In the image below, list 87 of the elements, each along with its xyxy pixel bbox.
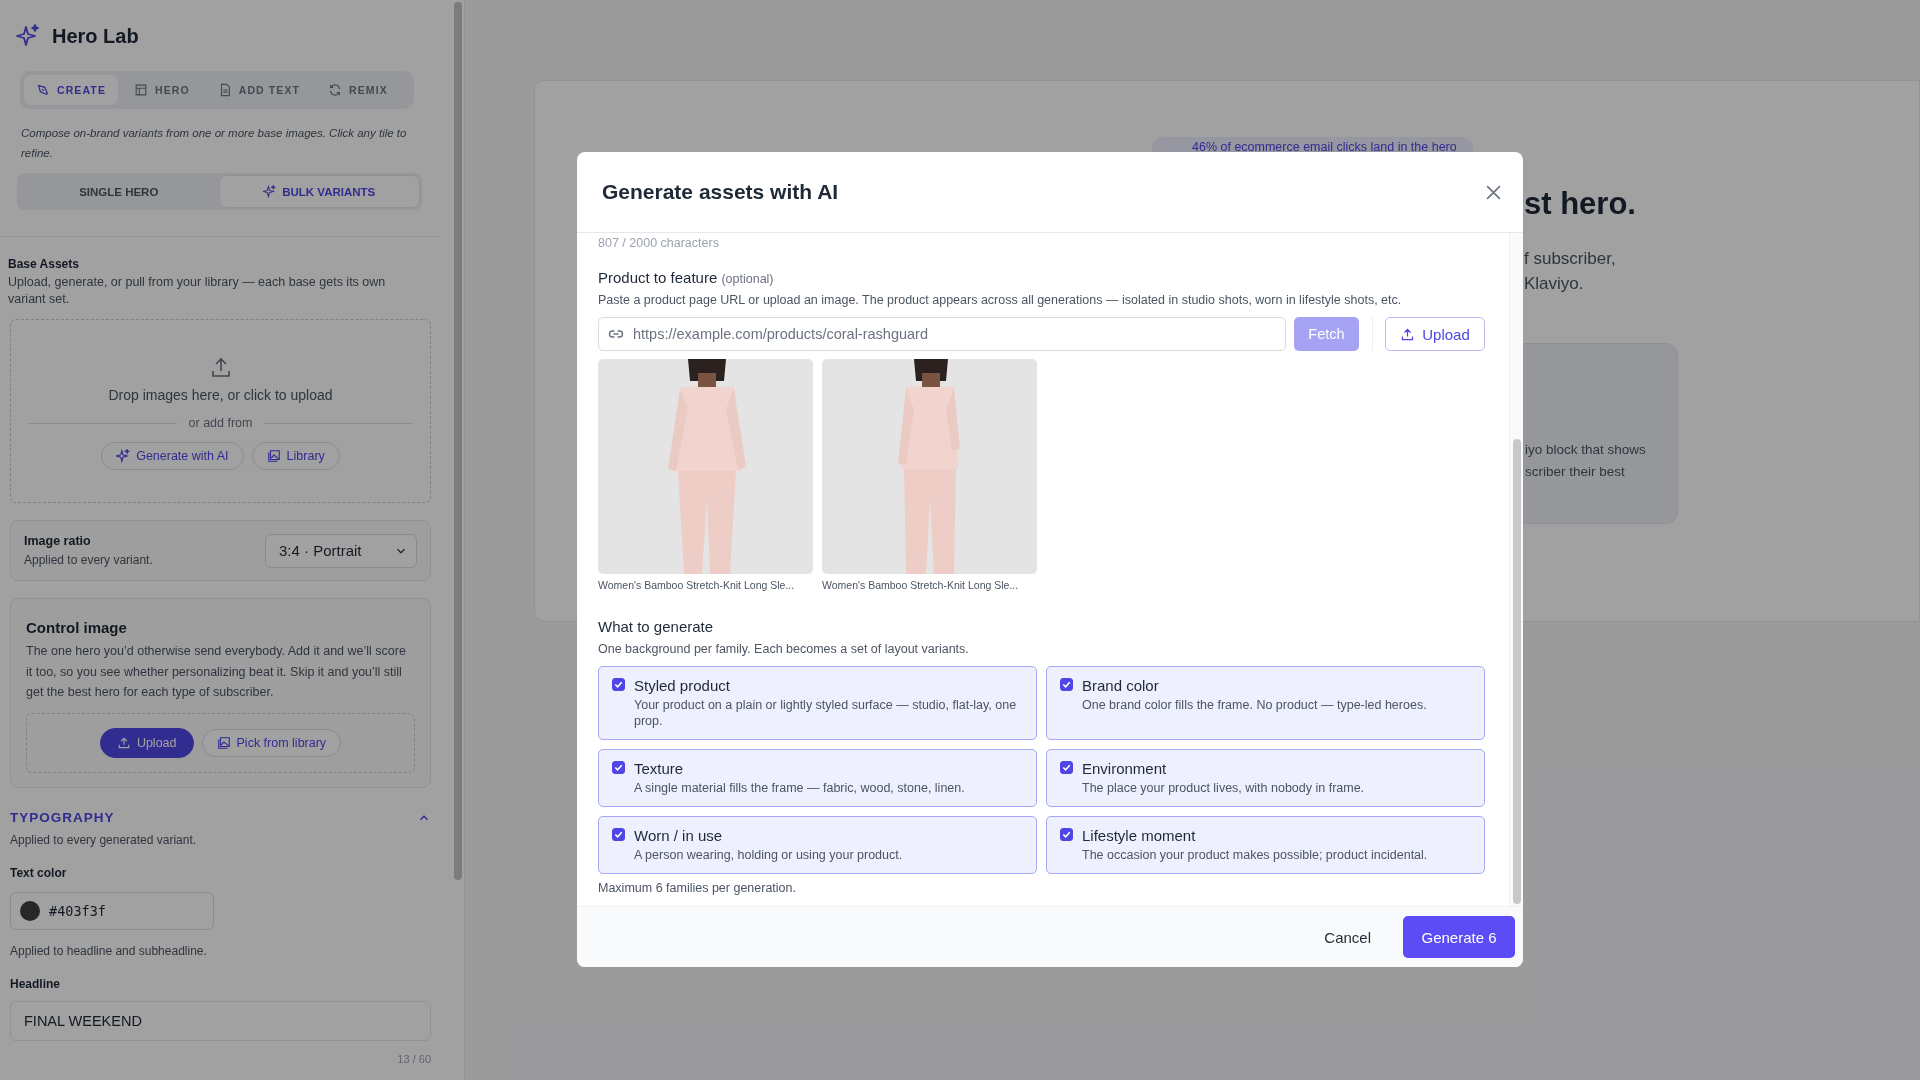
field-label: Product to feature (optional)	[598, 269, 775, 286]
option-description: The place your product lives, with nobody in frame.	[1082, 780, 1365, 796]
image-icon	[266, 449, 281, 463]
hero-subtitle: f subscriber,	[1524, 248, 1617, 270]
option-description: Your product on a plain or lightly styled surface — studio, flat-lay, one prop.	[634, 697, 1018, 729]
character-count: 807 / 2000 characters	[598, 236, 720, 250]
library-button[interactable]: Pick from library	[201, 728, 342, 757]
option-title: Texture	[634, 760, 685, 777]
option-description: One brand color fills the frame. No product — type-led heroes.	[1082, 697, 1427, 713]
upload-button[interactable]: Upload	[99, 727, 194, 758]
drop-zone[interactable]: Drop images here, or click to upload or add from Generate with AI Library	[10, 319, 431, 503]
block-text: scriber their best	[1525, 463, 1626, 481]
ratio-select[interactable]: 3:4 · Portrait	[265, 533, 417, 568]
close-icon[interactable]	[1485, 183, 1502, 201]
pen-icon	[36, 83, 50, 97]
option-title: Styled product	[634, 677, 731, 694]
card-description: The one hero you’d otherwise send everybody. Add it and we’ll score it too, so you see whether personalizing beat it. Skip it and you’ll still get the best hero for each type of subscriber.	[26, 643, 407, 701]
refresh-icon	[328, 83, 343, 97]
option-title: Environment	[1082, 760, 1168, 777]
option-title: Lifestyle moment	[1082, 827, 1197, 844]
limit-note: Maximum 6 families per generation.	[598, 881, 797, 895]
checkbox[interactable]	[612, 761, 625, 774]
generate-button[interactable]: Generate with AI	[101, 442, 244, 470]
tab[interactable]: ADD TEXT	[205, 75, 313, 105]
field-label: Headline	[10, 977, 61, 991]
hero-heading: st hero.	[1524, 186, 1637, 222]
image-caption: Women's Bamboo Stretch-Knit Long Sle...	[598, 579, 796, 591]
app-title: Hero Lab	[52, 24, 139, 48]
url-field[interactable]: https://example.com/products/coral-rashguard	[598, 317, 1286, 351]
tab[interactable]: CREATE	[24, 75, 118, 105]
drop-zone[interactable]: Upload Pick from library	[26, 712, 415, 773]
section-description: Applied to every generated variant.	[10, 833, 198, 847]
option-card[interactable]: Brand color One brand color fills the frame. No product — type-led heroes.	[1046, 666, 1485, 740]
scrollbar-thumb[interactable]	[454, 2, 462, 880]
field-label: Image ratio	[24, 534, 92, 548]
drop-text: Drop images here, or click to upload	[108, 387, 333, 403]
upload-button[interactable]: Upload	[1385, 317, 1485, 351]
section-description: Upload, generate, or pull from your library — each base gets its own variant set.	[8, 274, 387, 308]
sparkle-icon	[116, 449, 131, 463]
card-title: Control image	[26, 619, 128, 636]
modal-title: Generate assets with AI	[602, 180, 839, 204]
image-icon	[216, 735, 231, 750]
divider-text: or add from	[188, 416, 253, 430]
headline-field[interactable]: FINAL WEEKEND	[10, 1001, 431, 1041]
checkbox[interactable]	[612, 678, 625, 691]
sparkle-icon	[263, 185, 277, 198]
option-card[interactable]: Worn / in use A person wearing, holding or using your product.	[598, 816, 1037, 874]
cancel-button[interactable]: Cancel	[1314, 920, 1381, 954]
upload-icon	[116, 735, 131, 750]
field-description: Paste a product page URL or upload an image. The product appears across all generations — isolated in studio shots, worn in lifestyle shots, etc.	[598, 293, 1403, 307]
color-field[interactable]: #403f3f	[10, 892, 214, 930]
layout-icon	[134, 83, 148, 97]
option-card[interactable]: Environment The place your product lives, with nobody in frame.	[1046, 749, 1485, 807]
option-card[interactable]: Lifestyle moment The occasion your product makes possible; product incidental.	[1046, 816, 1485, 874]
checkbox[interactable]	[612, 828, 625, 841]
scrollbar-thumb[interactable]	[1513, 439, 1521, 904]
mode-tab[interactable]: SINGLE HERO	[19, 175, 219, 208]
field-label: Text color	[10, 866, 68, 880]
option-description: A person wearing, holding or using your product.	[634, 847, 903, 863]
section-title: TYPOGRAPHY	[10, 810, 115, 825]
mode-tab[interactable]: BULK VARIANTS	[218, 175, 420, 208]
hero-subtitle: Klaviyo.	[1524, 273, 1585, 295]
option-title: Worn / in use	[634, 827, 724, 844]
character-count: 13 / 60	[397, 1053, 431, 1065]
checkbox[interactable]	[1060, 761, 1073, 774]
sparkle-icon	[16, 24, 40, 48]
generate-button[interactable]: Generate 6	[1403, 916, 1515, 958]
option-description: The occasion your product makes possible; product incidental.	[1082, 847, 1428, 863]
tab[interactable]: REMIX	[316, 75, 400, 105]
section-title: What to generate	[598, 618, 715, 635]
field-hint: Applied to headline and subheadline.	[10, 944, 208, 958]
block-text: iyo block that shows	[1525, 441, 1647, 459]
image-caption: Women's Bamboo Stretch-Knit Long Sle...	[822, 579, 1020, 591]
upload-icon	[1400, 326, 1416, 342]
color-swatch	[20, 901, 40, 921]
option-card[interactable]: Styled product Your product on a plain or lightly styled surface — studio, flat-lay, one prop.	[598, 666, 1037, 740]
option-card[interactable]: Texture A single material fills the frame — fabric, wood, stone, linen.	[598, 749, 1037, 807]
field-hint: Applied to every variant.	[24, 553, 153, 567]
checkbox[interactable]	[1060, 828, 1073, 841]
checkbox[interactable]	[1060, 678, 1073, 691]
tab[interactable]: HERO	[122, 75, 202, 105]
option-description: A single material fills the frame — fabric, wood, stone, linen.	[634, 780, 965, 796]
option-title: Brand color	[1082, 677, 1160, 694]
section-title: Base Assets	[8, 257, 80, 271]
section-description: One background per family. Each becomes a set of layout variants.	[598, 642, 970, 656]
library-button[interactable]: Library	[251, 442, 340, 470]
intro-text: Compose on-brand variants from one or more base images. Click any tile to refine.	[21, 126, 408, 161]
